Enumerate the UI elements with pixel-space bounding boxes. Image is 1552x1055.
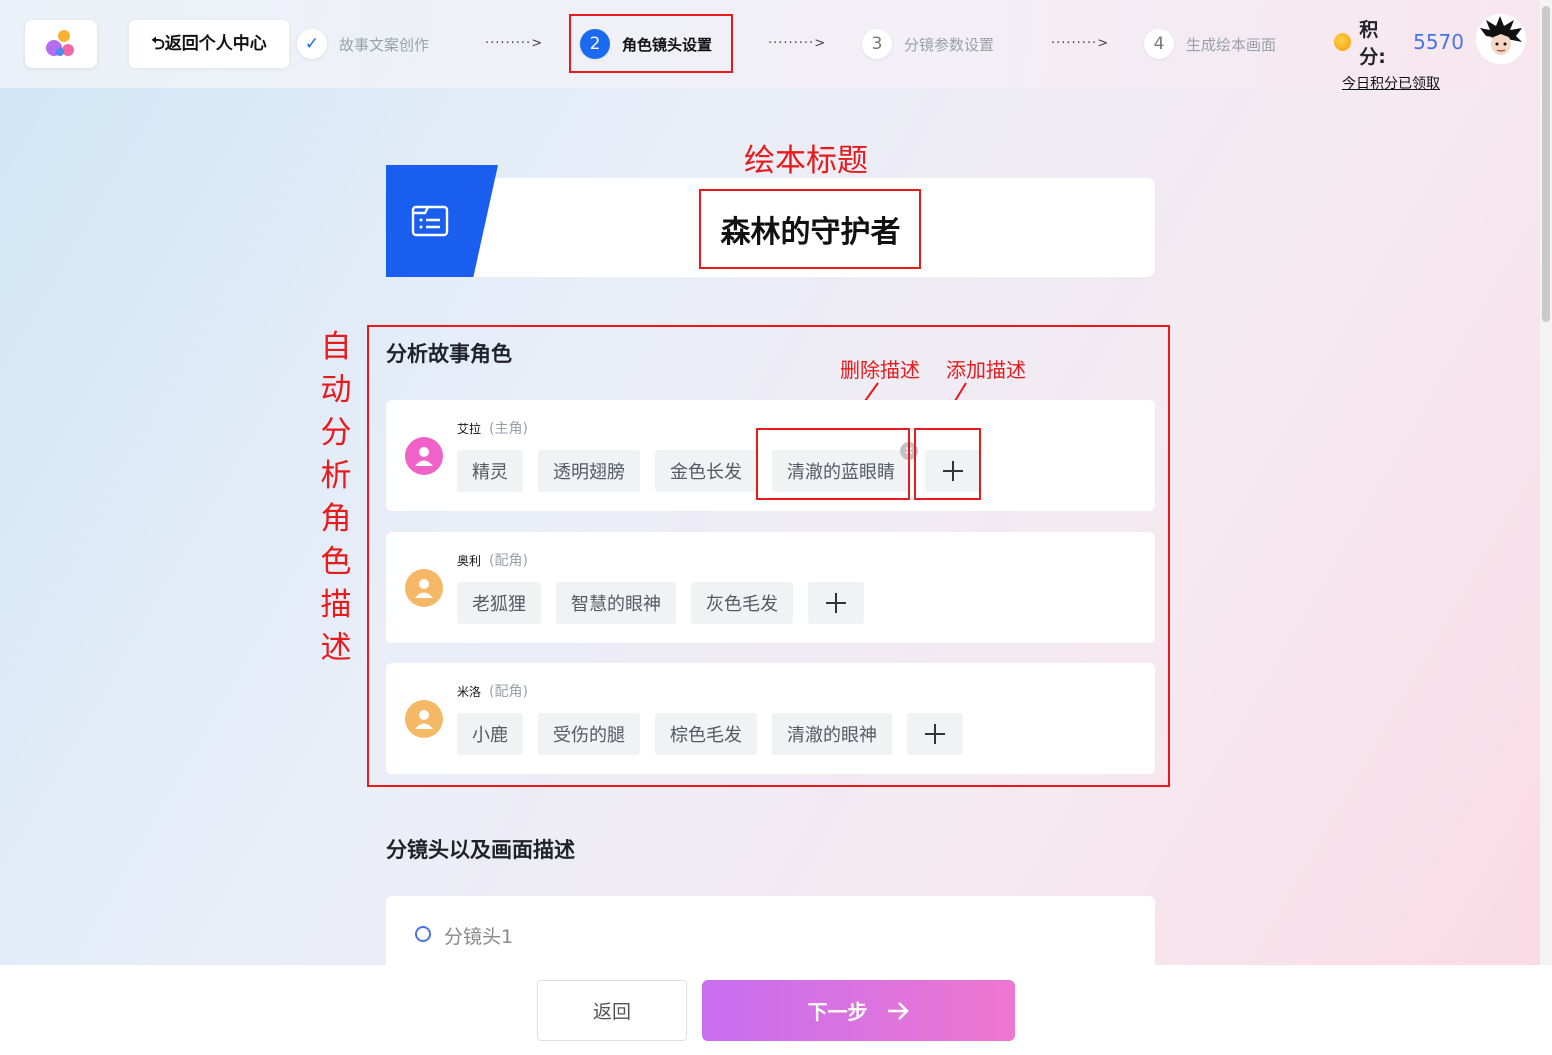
logo-icon [46, 30, 74, 56]
character-name: 艾拉 [457, 422, 482, 436]
character-avatar-icon [405, 700, 443, 738]
character-tag[interactable]: 清澈的眼神 [772, 713, 892, 755]
character-tag[interactable]: 受伤的腿 [538, 713, 640, 755]
next-step-label: 下一步 [807, 1000, 868, 1024]
shot-radio[interactable] [415, 926, 431, 942]
next-step-button[interactable]: 下一步 [702, 980, 1015, 1041]
character-avatar-icon [405, 437, 443, 475]
step-separator-2: ·········> [768, 36, 827, 51]
characters-heading: 分析故事角色 [386, 342, 512, 366]
character-tag[interactable]: 金色长发 [655, 450, 757, 492]
scrollbar-thumb[interactable] [1542, 6, 1550, 322]
character-card-2: 奥利 (配角) 老狐狸 智慧的眼神 灰色毛发 [386, 532, 1155, 643]
check-icon: ✓ [297, 29, 327, 59]
character-tag[interactable]: 透明翅膀 [538, 450, 640, 492]
character-tag[interactable]: 棕色毛发 [655, 713, 757, 755]
annotation-title-note: 绘本标题 [744, 143, 868, 179]
character-tag[interactable]: 灰色毛发 [691, 582, 793, 624]
add-tag-button[interactable] [907, 713, 963, 755]
user-avatar[interactable] [1476, 14, 1526, 64]
step-1-label: 故事文案创作 [339, 35, 430, 54]
step-separator-1: ·········> [485, 36, 544, 51]
daily-claim-link[interactable]: 今日积分已领取 [1342, 73, 1464, 93]
character-avatar-icon [405, 569, 443, 607]
shot-label: 分镜头1 [444, 926, 514, 948]
annotation-box-delete [756, 428, 910, 500]
plus-icon [826, 593, 846, 613]
book-title[interactable]: 森林的守护者 [701, 191, 920, 267]
step-3-number: 3 [862, 29, 892, 59]
annotation-box-current-step [569, 14, 733, 73]
coin-icon [1334, 33, 1352, 51]
points-value: 5570 [1413, 30, 1464, 54]
document-list-icon [411, 205, 449, 237]
character-tag[interactable]: 小鹿 [457, 713, 523, 755]
step-3: 3 分镜参数设置 [862, 26, 994, 62]
character-role: (配角) [489, 553, 528, 569]
step-4: 4 生成绘本画面 [1144, 26, 1276, 62]
character-name: 奥利 [457, 554, 482, 568]
character-tag[interactable]: 智慧的眼神 [556, 582, 676, 624]
points-panel: 积分: 5570 今日积分已领取 [1334, 15, 1464, 93]
shots-heading: 分镜头以及画面描述 [386, 838, 575, 862]
character-tag[interactable]: 精灵 [457, 450, 523, 492]
step-1: ✓ 故事文案创作 [297, 26, 429, 62]
plus-icon [925, 724, 945, 744]
annotation-section-note: 自动分析角色描述 [320, 329, 352, 666]
add-tag-button[interactable] [808, 582, 864, 624]
character-tag[interactable]: 老狐狸 [457, 582, 541, 624]
back-to-center-button[interactable]: ⮌返回个人中心 [129, 20, 289, 68]
character-name: 米洛 [457, 685, 482, 699]
back-button[interactable]: 返回 [537, 980, 687, 1041]
character-card-3: 米洛 (配角) 小鹿 受伤的腿 棕色毛发 清澈的眼神 [386, 663, 1155, 774]
step-4-number: 4 [1144, 29, 1174, 59]
step-separator-3: ·········> [1051, 36, 1110, 51]
character-role: (主角) [489, 421, 528, 437]
avatar-icon [1480, 16, 1522, 55]
annotation-box-add [914, 428, 981, 500]
character-role: (配角) [489, 684, 528, 700]
app-logo[interactable] [25, 20, 97, 68]
step-3-label: 分镜参数设置 [904, 35, 995, 54]
points-label: 积分: [1359, 19, 1386, 68]
arrow-right-icon [887, 1001, 909, 1020]
step-4-label: 生成绘本画面 [1186, 35, 1277, 54]
